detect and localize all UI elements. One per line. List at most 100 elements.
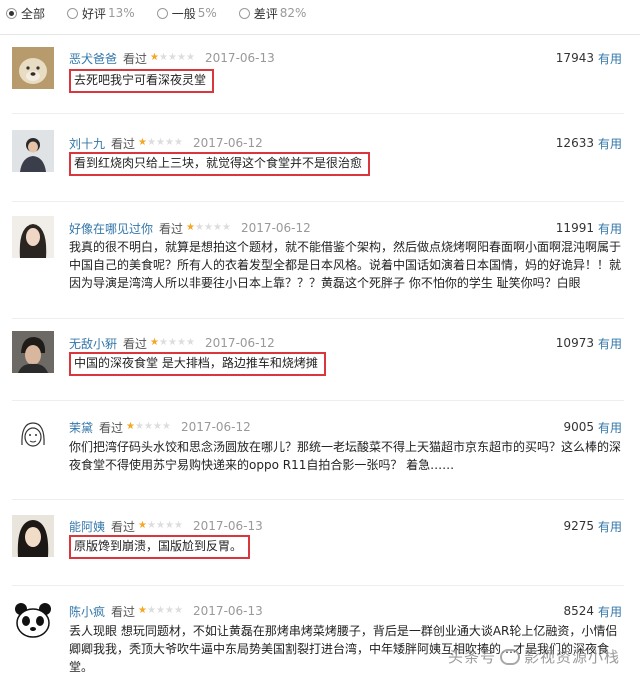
avatar[interactable] <box>12 515 54 557</box>
star-icon: ★ <box>195 222 205 233</box>
comment-date: 2017-06-13 <box>193 604 263 618</box>
avatar[interactable] <box>12 216 54 258</box>
useful-button[interactable]: 有用 <box>598 335 622 352</box>
vote-area: 12633 有用 <box>556 135 622 151</box>
comment-date: 2017-06-12 <box>181 420 251 434</box>
rating-label: 看过 <box>111 519 136 534</box>
comment-date: 2017-06-13 <box>193 519 263 533</box>
comment-text-container: 原版馋到崩溃，国版尬到反胃。 <box>69 535 624 559</box>
comment-header: 能阿姨 看过 ★ ★ ★ ★ ★ 2017-06-13 <box>69 518 263 534</box>
comment-header: 恶犬爸爸 看过 ★ ★ ★ ★ ★ 2017-06-13 <box>69 50 275 66</box>
star-rating: ★ ★ ★ ★ ★ <box>138 606 183 616</box>
comment-text: 你们把湾仔码头水饺和思念汤圆放在哪儿？那统一老坛酸菜不得上天猫超市京东超市的买吗… <box>69 440 622 472</box>
username-link[interactable]: 恶犬爸爸 <box>69 50 117 67</box>
filter-mid[interactable]: 一般 5% <box>156 5 217 22</box>
vote-area: 8524 有用 <box>563 603 622 619</box>
comment-header: 陈小疯 看过 ★ ★ ★ ★ ★ 2017-06-13 <box>69 603 263 619</box>
username-link[interactable]: 好像在哪见过你 <box>69 220 153 237</box>
comment-text: 看到红烧肉只给上三块，就觉得这个食堂并不是很治愈 <box>69 152 371 176</box>
star-icon: ★ <box>222 222 232 233</box>
vote-area: 9275 有用 <box>563 518 622 534</box>
divider <box>12 318 624 319</box>
useful-button[interactable]: 有用 <box>598 603 622 620</box>
username-link[interactable]: 刘十九 <box>69 135 105 152</box>
useful-button[interactable]: 有用 <box>598 50 622 67</box>
comment-header: 好像在哪见过你 看过 ★ ★ ★ ★ ★ 2017-06-12 <box>69 220 311 236</box>
rating-label: 看过 <box>159 221 184 236</box>
comment-date: 2017-06-13 <box>205 51 275 65</box>
username-link[interactable]: 无敌小豣 <box>69 335 117 352</box>
star-icon: ★ <box>177 52 187 63</box>
comment-header: 茉黛 看过 ★ ★ ★ ★ ★ 2017-06-12 <box>69 419 251 435</box>
star-icon: ★ <box>138 137 148 148</box>
star-rating: ★ ★ ★ ★ ★ <box>150 338 195 348</box>
star-icon: ★ <box>186 52 196 63</box>
comment-text-container: 中国的深夜食堂 是大排档，路边推车和烧烤摊 <box>69 352 624 376</box>
filter-good[interactable]: 好评 13% <box>67 5 135 22</box>
watermark: 头条号 影视资源小栈 <box>448 646 620 667</box>
avatar[interactable] <box>12 331 54 373</box>
avatar[interactable] <box>12 47 54 89</box>
avatar[interactable] <box>12 600 54 642</box>
star-icon: ★ <box>147 137 157 148</box>
useful-button[interactable]: 有用 <box>598 518 622 535</box>
star-icon: ★ <box>165 137 175 148</box>
radio-selected-icon[interactable] <box>6 7 17 19</box>
username-link[interactable]: 茉黛 <box>69 419 93 436</box>
vote-count: 9275 <box>563 519 594 533</box>
star-rating: ★ ★ ★ ★ ★ <box>138 138 183 148</box>
star-icon: ★ <box>204 222 214 233</box>
useful-button[interactable]: 有用 <box>598 135 622 152</box>
star-icon: ★ <box>135 421 145 432</box>
divider <box>12 400 624 401</box>
comment-header: 无敌小豣 看过 ★ ★ ★ ★ ★ 2017-06-12 <box>69 335 275 351</box>
avatar[interactable] <box>12 415 54 457</box>
star-icon: ★ <box>144 421 154 432</box>
star-rating: ★ ★ ★ ★ ★ <box>126 422 171 432</box>
star-icon: ★ <box>162 421 172 432</box>
comment-text-container: 看到红烧肉只给上三块，就觉得这个食堂并不是很治愈 <box>69 152 624 176</box>
comment-date: 2017-06-12 <box>205 336 275 350</box>
radio-icon[interactable] <box>67 7 79 19</box>
radio-icon[interactable] <box>156 7 168 19</box>
vote-area: 17943 有用 <box>556 50 622 66</box>
panda-icon <box>12 600 54 642</box>
filter-label: 全部 <box>21 6 46 21</box>
star-icon: ★ <box>165 605 175 616</box>
star-icon: ★ <box>159 52 169 63</box>
useful-button[interactable]: 有用 <box>598 419 622 436</box>
person-photo-icon <box>12 130 54 172</box>
star-icon: ★ <box>150 52 160 63</box>
filter-label: 差评 <box>253 6 278 21</box>
star-icon: ★ <box>138 605 148 616</box>
watermark-suffix: 影视资源小栈 <box>524 648 621 666</box>
filter-percent: 13% <box>108 6 135 20</box>
vote-count: 11991 <box>555 221 594 235</box>
avatar[interactable] <box>12 130 54 172</box>
filter-bad[interactable]: 差评 82% <box>238 5 306 22</box>
useful-button[interactable]: 有用 <box>598 220 622 237</box>
radio-icon[interactable] <box>238 7 250 19</box>
vote-area: 9005 有用 <box>563 419 622 435</box>
filter-label: 一般 <box>171 6 196 21</box>
filter-all[interactable]: 全部 <box>6 5 45 22</box>
star-icon: ★ <box>138 520 148 531</box>
divider <box>0 34 640 35</box>
username-link[interactable]: 能阿姨 <box>69 518 105 535</box>
vote-count: 17943 <box>555 51 594 65</box>
star-icon: ★ <box>168 337 178 348</box>
rating-label: 看过 <box>111 136 136 151</box>
comment-text-container: 去死吧我宁可看深夜灵堂 <box>69 69 624 93</box>
rating-label: 看过 <box>111 604 136 619</box>
star-icon: ★ <box>174 137 184 148</box>
star-icon: ★ <box>159 337 169 348</box>
username-link[interactable]: 陈小疯 <box>69 603 105 620</box>
comment-date: 2017-06-12 <box>193 136 263 150</box>
star-rating: ★ ★ ★ ★ ★ <box>150 53 195 63</box>
star-icon: ★ <box>174 605 184 616</box>
comment-date: 2017-06-12 <box>241 221 311 235</box>
star-icon: ★ <box>153 421 163 432</box>
star-icon: ★ <box>156 137 166 148</box>
divider <box>12 499 624 500</box>
comment-header: 刘十九 看过 ★ ★ ★ ★ ★ 2017-06-12 <box>69 135 263 151</box>
